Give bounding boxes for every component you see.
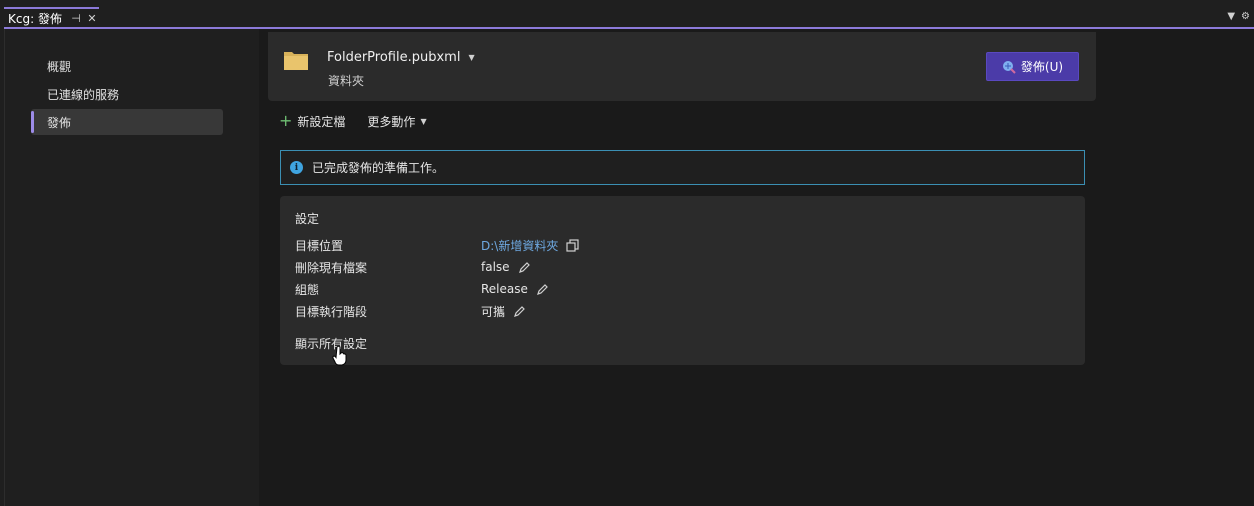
settings-label: 目標執行階段 [295,304,368,319]
hand-cursor-icon [332,345,347,366]
settings-value-text: Release [481,282,528,296]
settings-row-configuration: 組態 Release [295,280,1055,298]
edit-icon[interactable] [518,261,531,274]
chevron-down-icon[interactable]: ▼ [1227,11,1235,22]
settings-label: 刪除現有檔案 [295,260,368,275]
profile-name: FolderProfile.pubxml [327,50,461,65]
info-icon: i [290,161,303,174]
settings-row-target-location: 目標位置 D:\新增資料夾 [295,236,1055,254]
main-content: FolderProfile.pubxml ▼ 資料夾 發佈(U) + 新設定檔 … [259,29,1254,506]
settings-label: 目標位置 [295,238,344,253]
settings-row-target-runtime: 目標執行階段 可攜 [295,302,1055,320]
gear-icon[interactable]: ⚙ [1241,11,1250,22]
document-tab-strip: Kcg: 發佈 ⊣ ✕ ▼ ⚙ [0,0,1254,28]
sidebar-item-label: 發佈 [47,115,72,130]
publish-button-label: 發佈(U) [1020,60,1064,74]
tab-kcg-publish[interactable]: Kcg: 發佈 ⊣ ✕ [4,7,99,27]
show-all-settings-link[interactable]: 顯示所有設定 [295,335,367,352]
edit-icon[interactable] [513,305,526,318]
settings-row-delete-existing: 刪除現有檔案 false [295,258,1055,276]
sidebar-item-overview[interactable]: 概觀 [31,53,223,79]
publish-icon [1002,60,1016,74]
edit-icon[interactable] [536,283,549,296]
folder-icon [284,52,308,70]
chevron-down-icon: ▼ [420,116,427,126]
close-icon[interactable]: ✕ [85,11,99,25]
more-actions-button[interactable]: 更多動作 ▼ [367,113,426,130]
settings-value: 可攜 [481,303,526,320]
profile-card: FolderProfile.pubxml ▼ 資料夾 發佈(U) [268,32,1096,101]
settings-value-text: 可攜 [481,304,506,319]
settings-value: Release [481,282,549,296]
publish-document: 概觀 已連線的服務 發佈 FolderProfile.pubxml ▼ 資料夾 [4,29,1254,506]
new-profile-label: 新設定檔 [297,114,346,129]
info-bar: i 已完成發佈的準備工作。 [280,150,1085,185]
copy-icon[interactable] [566,238,579,252]
sidebar-item-publish[interactable]: 發佈 [31,109,223,135]
settings-value-text: false [481,260,510,274]
chevron-down-icon: ▼ [468,53,475,62]
sidebar-item-label: 已連線的服務 [47,87,120,102]
sidebar: 概觀 已連線的服務 發佈 [5,29,259,506]
tab-title: Kcg: 發佈 [8,11,62,26]
publish-button[interactable]: 發佈(U) [986,52,1079,81]
sidebar-item-label: 概觀 [47,59,72,74]
profile-type: 資料夾 [328,74,365,88]
settings-card: 設定 目標位置 D:\新增資料夾 刪除現有檔案 false 組態 Release… [280,196,1085,365]
settings-value: D:\新增資料夾 [481,237,579,254]
new-profile-button[interactable]: + 新設定檔 [279,113,345,130]
settings-value: false [481,260,531,274]
pin-icon[interactable]: ⊣ [69,11,83,25]
info-message: 已完成發佈的準備工作。 [312,161,445,175]
profile-selector[interactable]: FolderProfile.pubxml ▼ [327,50,475,65]
target-location-link[interactable]: D:\新增資料夾 [481,237,558,254]
settings-title: 設定 [295,212,320,226]
profile-toolbar: + 新設定檔 更多動作 ▼ [279,111,427,131]
sidebar-item-connected-services[interactable]: 已連線的服務 [31,81,223,107]
tab-strip-tools: ▼ ⚙ [1227,11,1250,22]
settings-label: 組態 [295,282,320,297]
more-actions-label: 更多動作 [367,114,416,129]
plus-icon: + [279,111,293,130]
